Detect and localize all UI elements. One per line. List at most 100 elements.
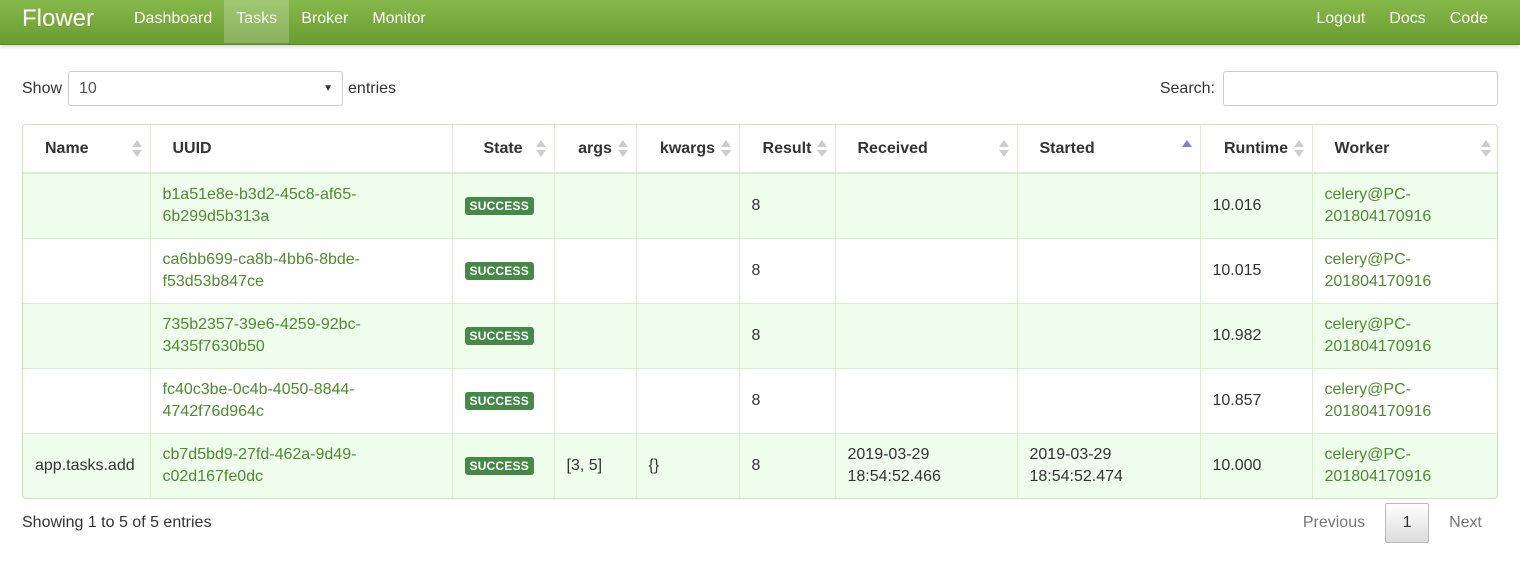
sort-icon: [535, 140, 546, 158]
worker-link[interactable]: celery@PC-201804170916: [1325, 316, 1432, 355]
cell-args: [3, 5]: [554, 432, 637, 498]
column-header-uuid[interactable]: UUID: [150, 125, 453, 174]
cell-worker: celery@PC-201804170916: [1312, 172, 1497, 238]
cell-worker: celery@PC-201804170916: [1312, 237, 1497, 303]
cell-state: SUCCESS: [452, 237, 555, 303]
cell-kwargs: [636, 172, 740, 238]
cell-kwargs: {}: [636, 432, 740, 498]
nav-left: Dashboard Tasks Broker Monitor: [122, 0, 438, 43]
sort-icon: [617, 140, 628, 158]
worker-link[interactable]: celery@PC-201804170916: [1325, 381, 1432, 420]
cell-result: 8: [739, 237, 836, 303]
column-header-kwargs[interactable]: kwargs: [636, 125, 740, 174]
cell-args: [554, 302, 637, 368]
cell-started: 2019-03-29 18:54:52.474: [1017, 432, 1201, 498]
cell-state: SUCCESS: [452, 432, 555, 498]
next-button[interactable]: Next: [1433, 503, 1498, 543]
page-1-button[interactable]: 1: [1385, 503, 1430, 543]
status-badge: SUCCESS: [464, 456, 534, 475]
cell-uuid: fc40c3be-0c4b-4050-8844-4742f76d964c: [150, 367, 453, 433]
cell-runtime: 10.000: [1200, 432, 1313, 498]
cell-uuid: 735b2357-39e6-4259-92bc-3435f7630b50: [150, 302, 453, 368]
cell-received: [835, 237, 1018, 303]
cell-name: [23, 172, 151, 238]
tasks-table: Name UUID State args kwargs Result Recei…: [22, 124, 1498, 499]
cell-name: [23, 367, 151, 433]
sort-icon: [1293, 140, 1304, 158]
status-badge: SUCCESS: [464, 326, 534, 345]
cell-runtime: 10.015: [1200, 237, 1313, 303]
worker-link[interactable]: celery@PC-201804170916: [1325, 186, 1432, 225]
entries-select-value: 10: [79, 80, 97, 97]
cell-worker: celery@PC-201804170916: [1312, 432, 1497, 498]
cell-kwargs: [636, 367, 740, 433]
column-header-state[interactable]: State: [452, 125, 555, 174]
worker-link[interactable]: celery@PC-201804170916: [1325, 251, 1432, 290]
cell-runtime: 10.982: [1200, 302, 1313, 368]
pagination: Previous 1 Next: [1287, 503, 1498, 543]
worker-link[interactable]: celery@PC-201804170916: [1325, 446, 1432, 485]
nav-code[interactable]: Code: [1438, 0, 1500, 43]
cell-uuid: ca6bb699-ca8b-4bb6-8bde-f53d53b847ce: [150, 237, 453, 303]
brand-logo[interactable]: Flower: [22, 5, 94, 33]
cell-args: [554, 367, 637, 433]
cell-args: [554, 172, 637, 238]
sort-asc-icon: [1181, 140, 1192, 158]
table-header-row: Name UUID State args kwargs Result Recei…: [23, 125, 1497, 174]
search-label: Search:: [1159, 79, 1215, 97]
cell-uuid: b1a51e8e-b3d2-45c8-af65-6b299d5b313a: [150, 172, 453, 238]
table-row: ca6bb699-ca8b-4bb6-8bde-f53d53b847ce SUC…: [23, 237, 1497, 303]
nav-logout[interactable]: Logout: [1304, 0, 1377, 43]
previous-button[interactable]: Previous: [1287, 503, 1381, 543]
column-header-started[interactable]: Started: [1017, 125, 1201, 174]
search-input[interactable]: [1223, 71, 1498, 106]
cell-result: 8: [739, 432, 836, 498]
sort-icon: [998, 140, 1009, 158]
cell-kwargs: [636, 237, 740, 303]
entries-label: entries: [348, 79, 397, 97]
cell-worker: celery@PC-201804170916: [1312, 302, 1497, 368]
cell-received: [835, 172, 1018, 238]
table-row: fc40c3be-0c4b-4050-8844-4742f76d964c SUC…: [23, 367, 1497, 433]
cell-name: app.tasks.add: [23, 432, 151, 498]
cell-name: [23, 302, 151, 368]
sort-icon: [1481, 140, 1491, 158]
cell-result: 8: [739, 367, 836, 433]
task-uuid-link[interactable]: fc40c3be-0c4b-4050-8844-4742f76d964c: [163, 381, 355, 420]
cell-started: [1017, 237, 1201, 303]
cell-state: SUCCESS: [452, 172, 555, 238]
table-info: Showing 1 to 5 of 5 entries: [22, 514, 212, 531]
entries-select[interactable]: 10 ▼: [68, 71, 344, 106]
column-header-result[interactable]: Result: [739, 125, 836, 174]
cell-started: [1017, 172, 1201, 238]
cell-kwargs: [636, 302, 740, 368]
column-header-worker[interactable]: Worker: [1312, 125, 1497, 174]
status-badge: SUCCESS: [464, 261, 534, 280]
table-row: b1a51e8e-b3d2-45c8-af65-6b299d5b313a SUC…: [23, 172, 1497, 238]
nav-broker[interactable]: Broker: [289, 0, 360, 43]
column-header-runtime[interactable]: Runtime: [1200, 125, 1313, 174]
cell-state: SUCCESS: [452, 302, 555, 368]
nav-dashboard[interactable]: Dashboard: [122, 0, 224, 43]
navbar: Flower Dashboard Tasks Broker Monitor Lo…: [0, 0, 1520, 45]
task-uuid-link[interactable]: 735b2357-39e6-4259-92bc-3435f7630b50: [163, 316, 361, 355]
nav-docs[interactable]: Docs: [1377, 0, 1437, 43]
column-header-args[interactable]: args: [554, 125, 637, 174]
column-header-name[interactable]: Name: [23, 125, 151, 174]
task-uuid-link[interactable]: b1a51e8e-b3d2-45c8-af65-6b299d5b313a: [163, 186, 357, 225]
sort-icon: [816, 140, 827, 158]
table-row: app.tasks.add cb7d5bd9-27fd-462a-9d49-c0…: [23, 432, 1497, 498]
column-header-received[interactable]: Received: [835, 125, 1018, 174]
nav-monitor[interactable]: Monitor: [360, 0, 437, 43]
nav-right: Logout Docs Code: [1304, 0, 1500, 43]
nav-tasks[interactable]: Tasks: [224, 0, 290, 43]
caret-down-icon: ▼: [323, 83, 334, 94]
sort-icon: [720, 140, 731, 158]
task-uuid-link[interactable]: ca6bb699-ca8b-4bb6-8bde-f53d53b847ce: [163, 251, 360, 290]
search-filter: Search:: [1160, 71, 1498, 106]
table-row: 735b2357-39e6-4259-92bc-3435f7630b50 SUC…: [23, 302, 1497, 368]
cell-received: 2019-03-29 18:54:52.466: [835, 432, 1018, 498]
status-badge: SUCCESS: [464, 391, 534, 410]
task-uuid-link[interactable]: cb7d5bd9-27fd-462a-9d49-c02d167fe0dc: [163, 446, 357, 485]
cell-state: SUCCESS: [452, 367, 555, 433]
